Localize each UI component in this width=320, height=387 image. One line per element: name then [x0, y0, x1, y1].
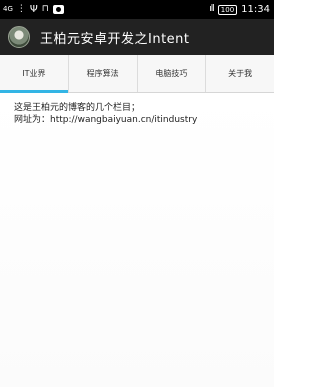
signal-strength-icon: ıll — [209, 4, 214, 14]
tab-algorithms[interactable]: 程序算法 — [69, 55, 138, 92]
tab-computer-tips[interactable]: 电脑技巧 — [138, 55, 207, 92]
app-avatar-icon[interactable] — [8, 26, 30, 48]
debug-icon: ⊓ — [41, 4, 49, 14]
tab-it-industry[interactable]: IT业界 — [0, 55, 69, 93]
battery-level: 100 — [220, 5, 235, 14]
content-description: 这是王柏元的博客的几个栏目； — [14, 103, 141, 113]
status-bar: 4G ⋮ Ψ ⊓ ıll 100 11:34 — [0, 0, 274, 19]
camera-icon — [52, 5, 64, 14]
content-url-line: 网址为：http://wangbaiyuan.cn/itindustry — [14, 114, 269, 126]
network-type-indicator: 4G — [3, 5, 13, 13]
status-bar-right: ıll 100 11:34 — [209, 4, 270, 15]
usb-icon: Ψ — [29, 3, 38, 15]
clock: 11:34 — [241, 4, 270, 15]
blog-url-text: http://wangbaiyuan.cn/itindustry — [50, 115, 198, 125]
tab-about-me[interactable]: 关于我 — [206, 55, 274, 92]
tab-content: 这是王柏元的博客的几个栏目； 网址为：http://wangbaiyuan.cn… — [14, 102, 269, 126]
app-title: 王柏元安卓开发之Intent — [40, 31, 190, 47]
content-area — [0, 93, 274, 387]
tab-bar: IT业界 程序算法 电脑技巧 关于我 — [0, 55, 274, 93]
more-notifications-icon: ⋮ — [16, 4, 26, 14]
url-prefix-label: 网址为： — [14, 115, 51, 125]
action-bar: 王柏元安卓开发之Intent — [0, 19, 274, 55]
battery-icon: 100 — [217, 4, 238, 15]
status-bar-left: 4G ⋮ Ψ ⊓ — [3, 3, 64, 15]
